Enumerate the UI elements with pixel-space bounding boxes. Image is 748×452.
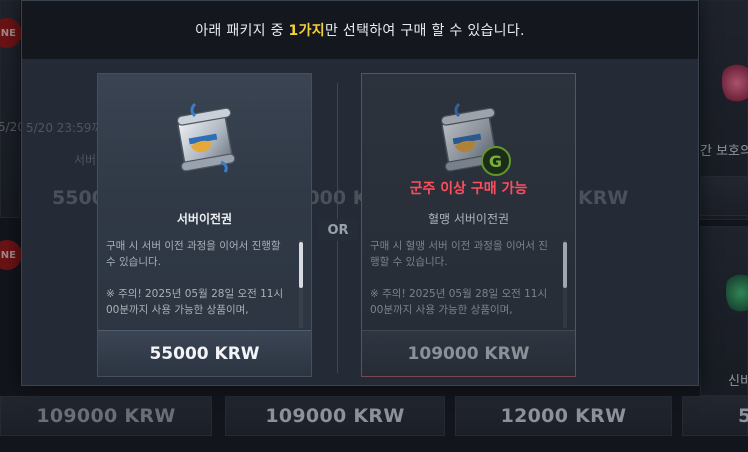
- dialog-title: 아래 패키지 중 1가지 만 선택하여 구매 할 수 있습니다.: [22, 1, 698, 59]
- description-line: 구매 시 혈맹 서버 이전 과정을 이어서 진행할 수 있습니다.: [370, 240, 548, 268]
- guild-badge-icon: G: [480, 146, 511, 176]
- package-select-dialog: 5/20 23:59까지 서버이전권 55000 KRW 33000 KRW K…: [21, 0, 699, 386]
- warning-line: ※ 주의! 2025년 05월 28일 오전 11시 00분까지 사용 가능한 …: [370, 288, 548, 316]
- warning-line: ※ 주의! 2025년 05월 28일 오전 11시 00분까지 사용 가능한 …: [106, 288, 284, 316]
- description-scrollbar[interactable]: [563, 240, 567, 328]
- package-name: 혈맹 서버이전권: [427, 212, 510, 226]
- scroll-icon: [165, 96, 245, 176]
- bg-card-price: KRW: [578, 187, 629, 209]
- scroll-thumb[interactable]: [563, 242, 567, 288]
- buy-button-disabled[interactable]: 109000 KRW: [362, 330, 575, 376]
- buy-button[interactable]: 55000 KRW: [98, 330, 311, 376]
- requirement-label: 군주 이상 구매 가능: [409, 181, 528, 197]
- or-label: OR: [318, 219, 358, 241]
- package-description[interactable]: 구매 시 서버 이전 과정을 이어서 진행할 수 있습니다. ※ 주의! 202…: [106, 238, 292, 330]
- scroll-icon: G: [429, 96, 511, 176]
- title-text: 아래 패키지 중: [195, 23, 289, 39]
- package-description[interactable]: 구매 시 혈맹 서버 이전 과정을 이어서 진행할 수 있습니다. ※ 주의! …: [370, 238, 556, 330]
- package-card-clan-transfer[interactable]: G 군주 이상 구매 가능 혈맹 서버이전권 구매 시 혈맹 서버 이전 과정을…: [361, 73, 576, 377]
- description-line: 구매 시 서버 이전 과정을 이어서 진행할 수 있습니다.: [106, 240, 281, 268]
- description-scrollbar[interactable]: [299, 240, 303, 328]
- scroll-thumb[interactable]: [299, 242, 303, 288]
- package-name: 서버이전권: [176, 212, 233, 226]
- title-text-end: 만 선택하여 구매 할 수 있습니다.: [324, 23, 525, 39]
- package-card-server-transfer[interactable]: 서버이전권 구매 시 서버 이전 과정을 이어서 진행할 수 있습니다. ※ 주…: [97, 73, 312, 377]
- title-highlight: 1가지: [288, 23, 325, 39]
